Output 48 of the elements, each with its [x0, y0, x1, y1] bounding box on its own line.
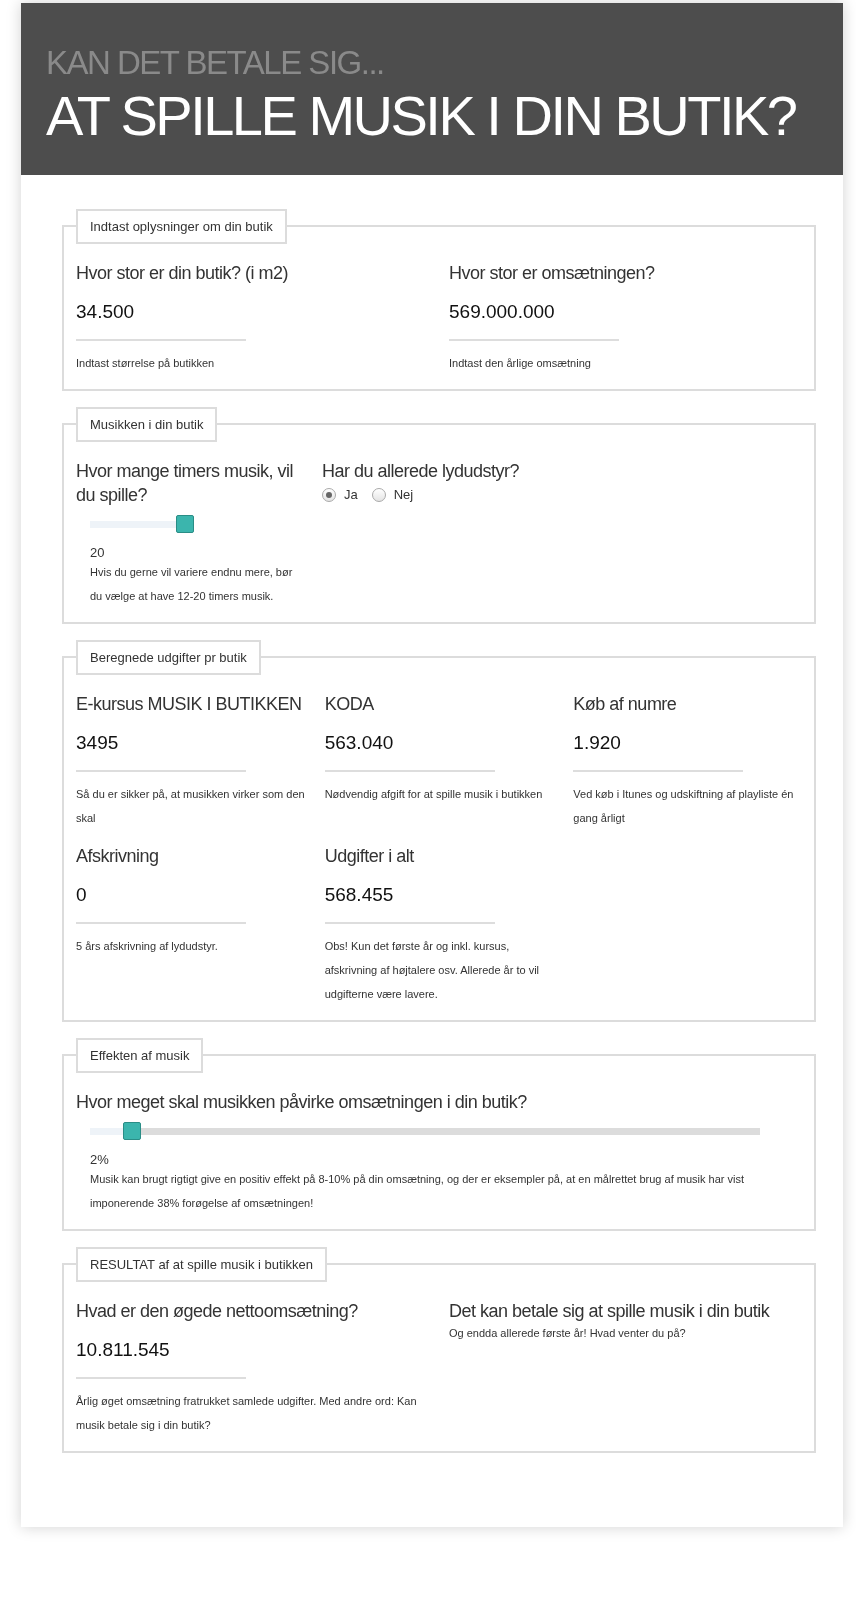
slider-label: Hvor meget skal musikken påvirke omsætningen i din butik? [76, 1091, 528, 1114]
header-title: AT SPILLE MUSIK I DIN BUTIK? [46, 83, 796, 149]
radio-button[interactable] [322, 487, 336, 502]
input-field[interactable]: 10.811.545 [76, 1327, 246, 1379]
help-text: Indtast den årlige omsætning [449, 356, 592, 371]
field-label: Hvad er den øgede nettoomsætning? [76, 1300, 359, 1323]
radio-question: Har du allerede lydudstyr? [322, 460, 521, 483]
header-kicker: KAN DET BETALE SIG... [46, 43, 385, 83]
radio-label[interactable]: Nej [393, 487, 414, 502]
slider[interactable] [90, 515, 194, 533]
slider-handle[interactable] [122, 1122, 141, 1140]
field-label: Hvor stor er omsætningen? [449, 262, 656, 285]
input-field[interactable]: 0 [76, 872, 246, 924]
section-legend: Indtast oplysninger om din butik [76, 209, 287, 244]
help-text: Så du er sikker på, at musikken virker som den skal [76, 787, 305, 826]
help-text: Indtast størrelse på butikken [76, 356, 216, 371]
input-field[interactable]: 34.500 [76, 289, 246, 341]
radio-label[interactable]: Ja [344, 487, 358, 502]
radio-button[interactable] [371, 487, 386, 502]
section-legend: Beregnede udgifter pr butik [76, 640, 261, 675]
help-text: 5 års afskrivning af lydudstyr. [76, 939, 219, 954]
input-field[interactable]: 563.040 [324, 720, 495, 772]
result-text: Og endda allerede første år! Hvad venter du på? [449, 1326, 687, 1341]
input-field[interactable]: 569.000.000 [449, 289, 619, 341]
slider-value: 2% [90, 1152, 110, 1167]
result-heading: Det kan betale sig at spille musik i din butik [449, 1300, 771, 1323]
help-text: Obs! Kun det første år og inkl. kursus, afskrivning af højtalere osv. Allerede år to vil udgifterne være lavere. [324, 939, 541, 1002]
help-text: Musik kan brugt rigtigt give en positiv effekt på 8-10% på din omsætning, og der er eksempler på, at en målrettet brug af musik har vist imponerende 38% forøgelse af omsætningen! [89, 1172, 745, 1211]
input-field[interactable]: 3495 [76, 720, 246, 772]
section-legend: Effekten af musik [76, 1038, 204, 1073]
field-label: Afskrivning [76, 845, 160, 868]
section-legend: Musikken i din butik [76, 407, 218, 442]
slider-handle[interactable] [176, 515, 194, 533]
field-label: KODA [324, 693, 375, 716]
field-label: Udgifter i alt [324, 845, 415, 868]
section-legend: RESULTAT af at spille musik i butikken [76, 1247, 327, 1282]
input-field[interactable]: 568.455 [324, 872, 495, 924]
slider-label: Hvor mange timers musik, vil du spille? [76, 460, 295, 507]
help-text: Ved køb i Itunes og udskiftning af playliste én gang årligt [573, 787, 795, 826]
slider-value: 20 [90, 545, 106, 560]
help-text: Hvis du gerne vil variere endnu mere, bør du vælge at have 12-20 timers musik. [89, 565, 294, 604]
field-label: E-kursus MUSIK I BUTIKKEN [76, 693, 303, 716]
field-label: Køb af numre [573, 693, 678, 716]
help-text: Årlig øget omsætning fratrukket samlede udgifter. Med andre ord: Kan musik betale sig i din butik? [76, 1394, 418, 1433]
field-label: Hvor stor er din butik? (i m2) [76, 262, 290, 285]
input-field[interactable]: 1.920 [573, 720, 744, 772]
slider[interactable] [90, 1122, 760, 1140]
help-text: Nødvendig afgift for at spille musik i butikken [324, 787, 544, 802]
